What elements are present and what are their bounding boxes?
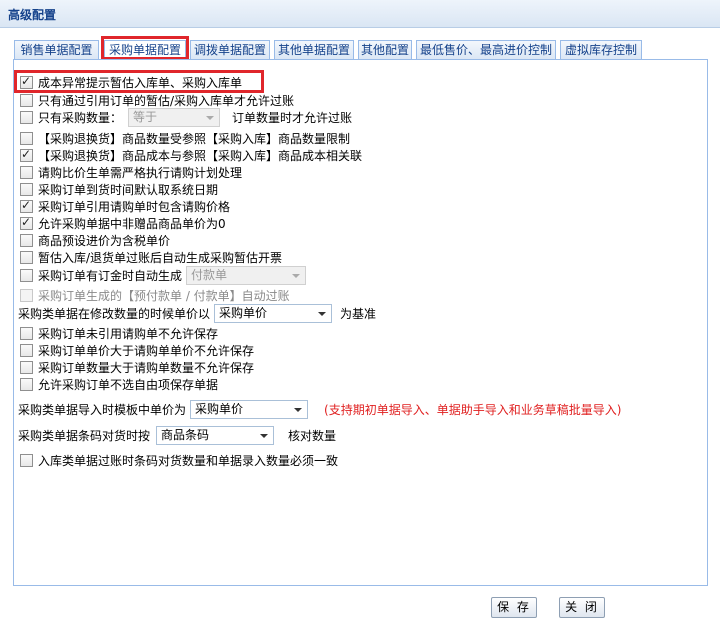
barcode-suffix: 核对数量 bbox=[288, 429, 337, 443]
chevron-down-icon bbox=[292, 273, 301, 278]
window-title: 高级配置 bbox=[8, 8, 57, 22]
tab-sales-config[interactable]: 销售单据配置 bbox=[14, 40, 99, 59]
option-barcode-match[interactable]: 入库类单据过账时条码对货数量和单据录入数量必须一致 bbox=[20, 452, 338, 468]
option-return-qty-limit[interactable]: 【采购退换货】商品数量受参照【采购入库】商品数量限制 bbox=[20, 130, 350, 146]
tab-other-config[interactable]: 其他配置 bbox=[358, 40, 412, 59]
import-price-row: 采购类单据导入时模板中单价为 采购单价 (支持期初单据导入、单据助手导入和业务草… bbox=[18, 400, 621, 419]
price-basis-label: 采购类单据在修改数量的时候单价以 bbox=[18, 307, 211, 321]
checkbox bbox=[20, 288, 33, 302]
option-qty-exceed[interactable]: 采购订单数量大于请购单数量不允许保存 bbox=[20, 359, 254, 375]
select-value: 等于 bbox=[133, 109, 158, 124]
title-bar: 高级配置 bbox=[0, 0, 720, 28]
import-price-select[interactable]: 采购单价 bbox=[190, 400, 309, 419]
option-return-cost-link[interactable]: 【采购退换货】商品成本与参照【采购入库】商品成本相关联 bbox=[20, 147, 362, 163]
option-label: 采购订单生成的【预付款单 / 付款单】自动过账 bbox=[38, 288, 290, 303]
checkbox[interactable] bbox=[20, 377, 33, 391]
chevron-down-icon bbox=[294, 408, 303, 412]
checkbox[interactable] bbox=[20, 147, 33, 162]
option-label: 商品预设进价为含税单价 bbox=[38, 233, 171, 248]
checkbox[interactable] bbox=[20, 326, 33, 340]
checkbox[interactable] bbox=[20, 233, 33, 247]
option-label: 允许采购订单不选自由项保存单据 bbox=[38, 377, 219, 392]
select-value: 采购单价 bbox=[195, 402, 244, 416]
checkbox[interactable] bbox=[20, 110, 33, 124]
price-basis-select[interactable]: 采购单价 bbox=[214, 304, 333, 323]
option-label: 采购订单有订金时自动生成 bbox=[38, 268, 183, 283]
select-value: 商品条码 bbox=[161, 428, 210, 442]
select-value: 付款单 bbox=[191, 267, 228, 282]
option-label: 采购订单到货时间默认取系统日期 bbox=[38, 182, 219, 197]
option-label: 成本异常提示暂估入库单、采购入库单 bbox=[38, 75, 243, 90]
option-deposit-auto[interactable]: 采购订单有订金时自动生成 付款单 bbox=[20, 265, 307, 285]
checkbox[interactable] bbox=[20, 250, 33, 264]
option-label: 请购比价生单需严格执行请购计划处理 bbox=[38, 165, 243, 180]
option-zero-price[interactable]: 允许采购单据中非赠品商品单价为0 bbox=[20, 215, 226, 231]
option-label: 允许采购单据中非赠品商品单价为0 bbox=[38, 216, 226, 231]
chevron-down-icon bbox=[318, 312, 327, 316]
tab-virtual-stock[interactable]: 虚拟库存控制 bbox=[560, 40, 642, 59]
checkbox[interactable] bbox=[20, 165, 33, 179]
tab-transfer-config[interactable]: 调拨单据配置 bbox=[190, 40, 270, 59]
option-label: 只有通过引用订单的暂估/采购入库单才允许过账 bbox=[38, 93, 295, 108]
checkbox[interactable] bbox=[20, 268, 33, 282]
option-price-exceed[interactable]: 采购订单单价大于请购单单价不允许保存 bbox=[20, 342, 254, 358]
checkbox[interactable] bbox=[20, 453, 33, 467]
deposit-doc-select[interactable]: 付款单 bbox=[186, 265, 307, 285]
option-qty-compare[interactable]: 只有采购数量： 等于 订单数量时才允许过账 bbox=[20, 107, 353, 127]
checkbox[interactable] bbox=[20, 343, 33, 357]
option-free-item[interactable]: 允许采购订单不选自由项保存单据 bbox=[20, 376, 218, 392]
option-label: 【采购退换货】商品成本与参照【采购入库】商品成本相关联 bbox=[38, 148, 363, 163]
option-auto-invoice[interactable]: 暂估入库/退货单过账后自动生成采购暂估开票 bbox=[20, 249, 282, 265]
chevron-down-icon bbox=[206, 115, 215, 120]
checkbox[interactable] bbox=[20, 215, 33, 230]
option-arrival-date[interactable]: 采购订单到货时间默认取系统日期 bbox=[20, 181, 218, 197]
checkbox[interactable] bbox=[20, 131, 33, 145]
option-label: 只有采购数量： bbox=[38, 110, 123, 125]
option-label: 采购订单未引用请购单不允许保存 bbox=[38, 326, 219, 341]
option-label: 采购订单数量大于请购单数量不允许保存 bbox=[38, 360, 255, 375]
option-requisition-strict[interactable]: 请购比价生单需严格执行请购计划处理 bbox=[20, 164, 242, 180]
option-suffix: 订单数量时才允许过账 bbox=[232, 110, 353, 125]
checkbox[interactable] bbox=[20, 198, 33, 213]
select-value: 采购单价 bbox=[219, 306, 268, 320]
checkbox[interactable] bbox=[20, 182, 33, 196]
option-label: 采购订单引用请购单时包含请购价格 bbox=[38, 199, 231, 214]
price-basis-row: 采购类单据在修改数量的时候单价以 采购单价 为基准 bbox=[18, 304, 376, 323]
qty-compare-select[interactable]: 等于 bbox=[128, 107, 221, 127]
tab-purchase-config[interactable]: 采购单据配置 bbox=[104, 40, 186, 60]
option-ref-order-only[interactable]: 只有通过引用订单的暂估/采购入库单才允许过账 bbox=[20, 92, 294, 108]
option-include-req-price[interactable]: 采购订单引用请购单时包含请购价格 bbox=[20, 198, 230, 214]
save-button[interactable]: 保 存 bbox=[491, 597, 537, 618]
close-button[interactable]: 关 闭 bbox=[559, 597, 605, 618]
option-cost-anomaly[interactable]: 成本异常提示暂估入库单、采购入库单 bbox=[20, 74, 242, 90]
option-label: 暂估入库/退货单过账后自动生成采购暂估开票 bbox=[38, 250, 283, 265]
tab-other-docs-config[interactable]: 其他单据配置 bbox=[274, 40, 354, 59]
import-note: (支持期初单据导入、单据助手导入和业务草稿批量导入) bbox=[324, 403, 622, 417]
option-tax-inclusive[interactable]: 商品预设进价为含税单价 bbox=[20, 232, 170, 248]
price-basis-suffix: 为基准 bbox=[340, 307, 377, 321]
checkbox[interactable] bbox=[20, 93, 33, 107]
option-label: 【采购退换货】商品数量受参照【采购入库】商品数量限制 bbox=[38, 131, 351, 146]
barcode-row: 采购类单据条码对货时按 商品条码 核对数量 bbox=[18, 426, 336, 445]
option-label: 入库类单据过账时条码对货数量和单据录入数量必须一致 bbox=[38, 453, 339, 468]
tab-price-control[interactable]: 最低售价、最高进价控制 bbox=[416, 40, 556, 59]
option-no-req-save[interactable]: 采购订单未引用请购单不允许保存 bbox=[20, 325, 218, 341]
option-auto-post-payment: 采购订单生成的【预付款单 / 付款单】自动过账 bbox=[20, 287, 290, 303]
chevron-down-icon bbox=[260, 434, 269, 438]
import-price-label: 采购类单据导入时模板中单价为 bbox=[18, 403, 187, 417]
barcode-label: 采购类单据条码对货时按 bbox=[18, 429, 151, 443]
checkbox[interactable] bbox=[20, 74, 33, 89]
checkbox[interactable] bbox=[20, 360, 33, 374]
option-label: 采购订单单价大于请购单单价不允许保存 bbox=[38, 343, 255, 358]
barcode-select[interactable]: 商品条码 bbox=[156, 426, 275, 445]
